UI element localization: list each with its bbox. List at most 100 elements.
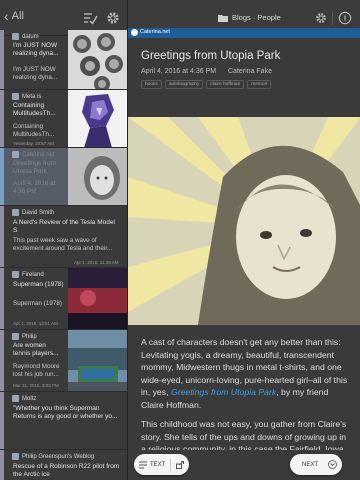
feed-source: Moltz: [12, 395, 36, 402]
article-paragraph: A cast of characters doesn't get any bet…: [141, 336, 353, 412]
next-label: NEXT: [302, 461, 319, 468]
favicon-icon: [12, 333, 19, 340]
feed-source-name: Moltz: [22, 395, 37, 402]
favicon-icon: [12, 93, 19, 100]
feed-item[interactable]: Fireland Superman (1978) Superman (1978)…: [0, 268, 127, 330]
feed-item-title: "Whether you think Superman Returns is a…: [13, 405, 118, 420]
feed-source-name: datum: [22, 33, 39, 40]
feed-item-excerpt: April 4, 2016 at 4:36 PM: [13, 180, 56, 195]
feed-color-stripe: [0, 90, 4, 147]
feed-color-stripe: [0, 330, 4, 391]
favicon-icon: [12, 151, 19, 158]
feed-color-stripe: [0, 268, 4, 329]
article-pane: Blogs · People Caterina.net Greetings fr…: [127, 0, 360, 480]
favicon-icon: [12, 209, 19, 216]
blog-name: Caterina.net: [140, 29, 170, 35]
feed-item-excerpt: Containing MultitudesTh...: [13, 123, 55, 138]
folder-icon: [218, 14, 228, 22]
feed-source-name: Philip: [22, 333, 37, 340]
folder-title[interactable]: Blogs · People: [218, 13, 281, 22]
back-label: All: [11, 10, 24, 22]
girl-photo-thumbnail: [68, 148, 127, 205]
favicon-icon: [12, 33, 19, 40]
tag[interactable]: autobiography: [164, 80, 204, 89]
feed-source-name: Fireland: [22, 271, 44, 278]
back-button[interactable]: ‹ All: [4, 7, 24, 24]
superman-thumbnail: [68, 268, 127, 329]
article-author[interactable]: Caterina Fake: [228, 68, 272, 75]
navigation-pill: NEXT: [290, 454, 343, 475]
feed-source: Meta is: [12, 93, 41, 100]
gear-icon[interactable]: [314, 11, 328, 25]
feed-color-stripe: [0, 30, 4, 89]
toolbar-divider: [332, 11, 333, 25]
scroll-down-button[interactable]: [323, 454, 342, 475]
feed-item-title: Superman (1978): [13, 281, 64, 288]
folder-label: Blogs · People: [232, 13, 281, 22]
tennis-stadium-thumbnail: [68, 330, 127, 391]
article-paragraph: This childhood was not easy, you gather …: [141, 419, 347, 450]
text-view-label: TEXT: [150, 461, 166, 468]
tag[interactable]: books: [141, 80, 162, 89]
feed-item-time: Mar 31, 2016, 9:03 PM: [13, 383, 59, 388]
feed-source-name: Meta is: [22, 93, 42, 100]
favicon-icon: [12, 271, 19, 278]
feed-item[interactable]: Philip Greenspun's Weblog Rescue of a Ro…: [0, 450, 127, 480]
feed-item[interactable]: David Smith A Nerd's Review of the Tesla…: [0, 206, 127, 268]
feed-item-excerpt: Superman (1978): [13, 300, 63, 307]
favicon-icon: [12, 453, 19, 460]
tag[interactable]: memoir: [247, 80, 272, 89]
feed-item-title: I'm JUST NOW realizing dyna...: [13, 42, 59, 57]
more-circle-icon[interactable]: [338, 11, 352, 25]
feed-source: Philip: [12, 333, 37, 340]
feed-item[interactable]: datum I'm JUST NOW realizing dyna... I'm…: [0, 30, 127, 90]
feed-item[interactable]: Philip Are women tennis players... Raymo…: [0, 330, 127, 392]
chevron-down-icon: [328, 460, 337, 469]
feed-item-time: Apr 1, 2016, 11:26 AM: [74, 260, 119, 265]
feed-item[interactable]: Moltz "Whether you think Superman Return…: [0, 392, 127, 450]
feed-source: datum: [12, 33, 39, 40]
feed-item-title: Containing MultitudesTh...: [13, 102, 56, 117]
feed-source: Caterina.net: [12, 151, 55, 158]
share-button[interactable]: [171, 454, 189, 475]
feed-item-excerpt: This past week saw a wave of excitement …: [13, 237, 113, 252]
reader-bottom-bar: TEXT NEXT: [128, 450, 360, 480]
feed-item-time: Apr 1, 2016, 12:51 AM: [13, 321, 58, 326]
feed-item-selected[interactable]: Caterina.net Greetings from Utopia Park …: [0, 148, 127, 206]
feed-item-excerpt: Raymond Moore lost his job run...: [13, 363, 60, 378]
mark-all-read-icon[interactable]: [82, 10, 98, 26]
feed-color-stripe: [0, 450, 4, 480]
feed-source: David Smith: [12, 209, 54, 216]
speakers-thumbnail: [68, 30, 127, 89]
article-date: April 4, 2016 at 4:36 PM: [141, 68, 217, 75]
feed-source: Philip Greenspun's Weblog: [12, 453, 94, 460]
text-lines-icon: [139, 461, 147, 468]
hero-photo: [128, 117, 360, 325]
feed-item-time: Yesterday, 10:57 AM: [13, 141, 55, 146]
lowpoly-portrait-thumbnail: [68, 90, 127, 147]
feed-source-name: Caterina.net: [22, 151, 55, 158]
feed-source-name: David Smith: [22, 209, 55, 216]
feed-color-stripe: [0, 206, 4, 267]
feed-color-stripe: [0, 392, 4, 449]
chevron-left-icon: ‹: [4, 7, 9, 24]
text-view-button[interactable]: TEXT: [134, 454, 170, 475]
feed-source: Fireland: [12, 271, 44, 278]
feed-item-title: Rescue of a Robinson R22 pilot from the …: [13, 463, 120, 478]
tag-list: books autobiography claire hoffman memoi…: [141, 80, 272, 89]
feed-source-name: Philip Greenspun's Weblog: [22, 453, 95, 460]
feed-item-excerpt: I'm JUST NOW realizing dyna...: [13, 66, 58, 81]
tag[interactable]: claire hoffman: [206, 80, 245, 89]
share-icon: [176, 460, 185, 469]
feed-item[interactable]: Meta is Containing MultitudesTh... Conta…: [0, 90, 127, 148]
next-button[interactable]: NEXT: [290, 454, 323, 475]
view-mode-pill: TEXT: [134, 454, 190, 475]
blog-source-bar[interactable]: Caterina.net: [128, 28, 360, 38]
book-link[interactable]: Greetings from Utopia Park: [171, 387, 276, 397]
gear-icon[interactable]: [105, 10, 121, 26]
feed-item-title: A Nerd's Review of the Tesla Model S: [13, 219, 115, 234]
feed-pane: ‹ All datum I'm JUST NOW realizing dyna.…: [0, 0, 127, 480]
wordpress-icon: [131, 29, 138, 36]
article-title: Greetings from Utopia Park: [141, 50, 281, 62]
feed-item-title: Greetings from Utopia Park: [13, 160, 56, 175]
